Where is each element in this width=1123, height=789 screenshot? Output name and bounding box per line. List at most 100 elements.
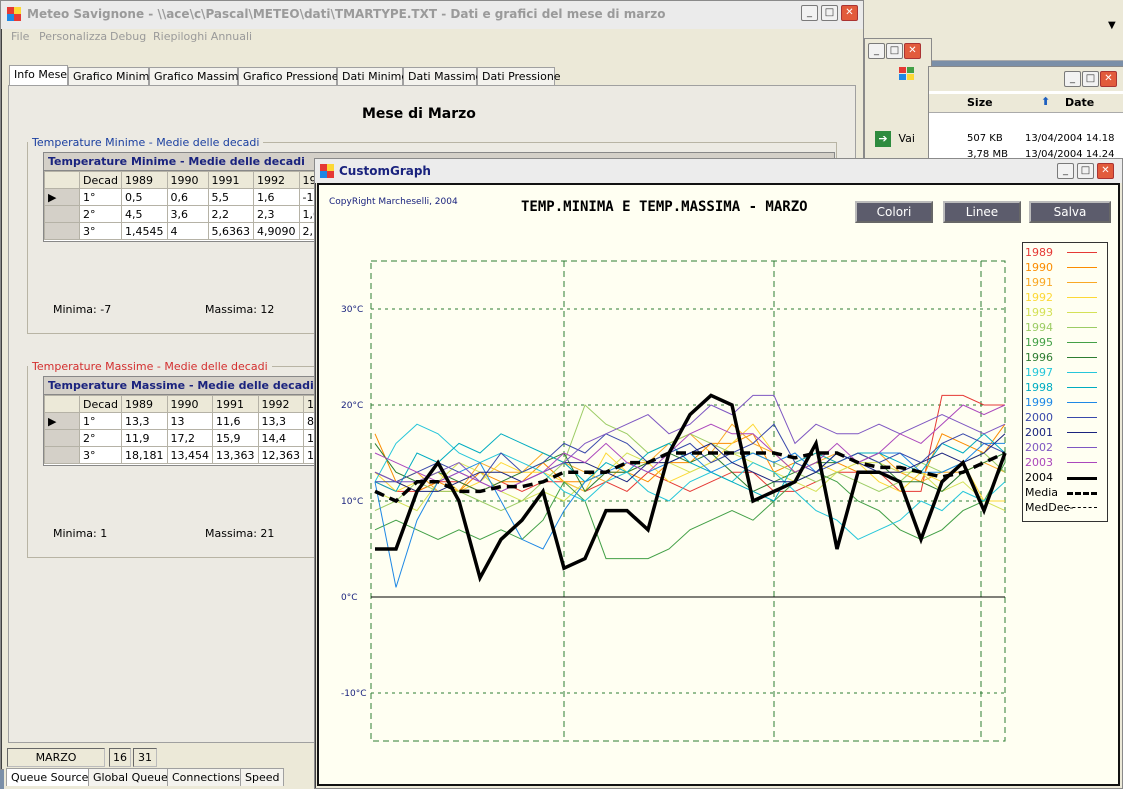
temperature-chart: 30°C 20°C 10°C 0°C -10°C <box>341 260 1007 742</box>
bg-minimize-button[interactable]: _ <box>868 43 885 59</box>
graph-canvas: CopyRight Marcheselli, 2004 TEMP.MINIMA … <box>317 183 1120 786</box>
column-header[interactable]: 1992 <box>253 171 300 189</box>
menu-riepiloghi[interactable]: Riepiloghi Annuali <box>153 30 252 43</box>
legend-label: 1994 <box>1025 321 1053 334</box>
graph-window-title: CustomGraph <box>339 164 431 178</box>
tab-grafico-minime[interactable]: Grafico Minime <box>68 67 156 85</box>
explorer-maximize-button[interactable]: □ <box>1082 71 1099 87</box>
table-row[interactable]: ▶ 1° 0,5 0,6 5,5 1,6 -1,1 <box>44 188 346 206</box>
column-header[interactable]: 1989 <box>121 171 168 189</box>
minime-max-label: Massima: 12 <box>205 303 275 316</box>
legend-swatch <box>1067 432 1097 433</box>
minime-table: Decad 1989 1990 1991 1992 1993 ▶ 1° 0,5 … <box>44 171 346 240</box>
column-header[interactable]: Decad <box>78 395 123 413</box>
legend-entry: MedDec- <box>1023 500 1107 515</box>
column-header[interactable]: 1989 <box>121 395 168 413</box>
tab-grafico-massime[interactable]: Grafico Massime <box>149 67 245 85</box>
column-header[interactable]: 1992 <box>257 395 305 413</box>
current-row-icon: ▶ <box>44 412 80 430</box>
legend-swatch <box>1067 282 1097 283</box>
main-minimize-button[interactable]: _ <box>801 5 818 21</box>
legend-label: 1998 <box>1025 381 1053 394</box>
legend-swatch <box>1067 447 1097 448</box>
legend-label: 2000 <box>1025 411 1053 424</box>
explorer-close-button[interactable]: ✕ <box>1100 71 1117 87</box>
status-count-b: 31 <box>133 748 157 767</box>
column-header[interactable]: 1991 <box>207 171 255 189</box>
tab-queue-source[interactable]: Queue Source <box>6 768 94 786</box>
legend-entry: 2003 <box>1023 455 1107 470</box>
date-column-header[interactable]: Date <box>1065 96 1094 109</box>
tab-global-queue[interactable]: Global Queue <box>88 768 173 786</box>
tab-connections[interactable]: Connections <box>167 768 245 786</box>
tab-speed[interactable]: Speed <box>240 768 285 786</box>
menu-debug[interactable]: Debug <box>110 30 146 43</box>
graph-maximize-button[interactable]: □ <box>1077 163 1094 179</box>
table-row[interactable]: ▶ 1° 13,3 13 11,6 13,3 8,9 <box>44 412 350 430</box>
app-icon <box>7 7 21 21</box>
legend-label: 1989 <box>1025 246 1053 259</box>
legend-swatch <box>1067 357 1097 358</box>
column-header[interactable]: 1990 <box>166 171 209 189</box>
windows-logo-icon <box>899 67 915 81</box>
menu-personalizza[interactable]: Personalizza <box>39 30 107 43</box>
legend-label: Media <box>1025 486 1059 499</box>
chart-title: TEMP.MINIMA E TEMP.MASSIMA - MARZO <box>521 199 808 215</box>
column-header[interactable]: 1990 <box>166 395 214 413</box>
graph-titlebar: CustomGraph _ □ ✕ <box>315 159 1122 183</box>
legend-swatch <box>1067 462 1097 463</box>
legend-label: 2002 <box>1025 441 1053 454</box>
graph-window: CustomGraph _ □ ✕ CopyRight Marcheselli,… <box>314 158 1123 789</box>
legend-entry: 1999 <box>1023 395 1107 410</box>
vai-button[interactable]: ➔ Vai <box>875 131 925 149</box>
desktop-dropdown-arrow[interactable]: ▼ <box>1108 20 1116 31</box>
column-header[interactable]: Decad <box>78 171 123 189</box>
legend-label: 1997 <box>1025 366 1053 379</box>
legend-swatch <box>1067 372 1097 373</box>
explorer-minimize-button[interactable]: _ <box>1064 71 1081 87</box>
legend-swatch <box>1067 312 1097 313</box>
table-row[interactable]: 3° 18,181 13,454 13,363 12,363 11,272 <box>44 446 350 464</box>
tab-strip: Info Mese Grafico Minime Grafico Massime… <box>9 65 859 85</box>
main-maximize-button[interactable]: □ <box>821 5 838 21</box>
menu-file[interactable]: File <box>11 30 29 43</box>
graph-close-button[interactable]: ✕ <box>1097 163 1114 179</box>
salva-button[interactable]: Salva <box>1029 201 1111 223</box>
legend-label: 2004 <box>1025 471 1053 484</box>
legend-entry: 1990 <box>1023 260 1107 275</box>
linee-button[interactable]: Linee <box>943 201 1021 223</box>
legend-entry: 2002 <box>1023 440 1107 455</box>
tab-dati-minime[interactable]: Dati Minime <box>337 67 408 85</box>
sort-arrow-icon: ⬆ <box>1041 95 1051 108</box>
table-row[interactable]: 3° 1,4545 4 5,6363 4,9090 2,1818 <box>44 222 346 240</box>
legend-label: 1996 <box>1025 351 1053 364</box>
legend-swatch <box>1067 417 1097 418</box>
legend-swatch <box>1067 252 1097 253</box>
legend-label: 1990 <box>1025 261 1053 274</box>
column-header[interactable]: 1991 <box>212 395 259 413</box>
tab-dati-massime[interactable]: Dati Massime <box>403 67 482 85</box>
legend-entry: 2004 <box>1023 470 1107 485</box>
legend-swatch <box>1067 402 1097 403</box>
colori-button[interactable]: Colori <box>855 201 933 223</box>
legend-swatch <box>1067 327 1097 328</box>
table-row[interactable]: 2° 4,5 3,6 2,2 2,3 1,6 <box>44 205 346 223</box>
legend-label: 1993 <box>1025 306 1053 319</box>
main-window-title: Meteo Savignone - \\ace\c\Pascal\METEO\d… <box>27 7 666 21</box>
vai-label: Vai <box>898 132 915 145</box>
massime-max-label: Massima: 21 <box>205 527 275 540</box>
tab-info-mese[interactable]: Info Mese <box>9 65 68 85</box>
size-column-header[interactable]: Size <box>967 96 993 109</box>
legend-swatch <box>1067 297 1097 298</box>
page-title: Mese di Marzo <box>362 106 476 122</box>
massime-legend: Temperature Massime - Medie delle decadi <box>32 360 268 373</box>
tab-dati-pressione[interactable]: Dati Pressione <box>477 67 561 85</box>
bg-close-button[interactable]: ✕ <box>904 43 921 59</box>
legend-entry: 1992 <box>1023 290 1107 305</box>
table-row[interactable]: 2° 11,9 17,2 15,9 14,4 14,7 <box>44 429 350 447</box>
graph-minimize-button[interactable]: _ <box>1057 163 1074 179</box>
main-close-button[interactable]: ✕ <box>841 5 858 21</box>
bg-maximize-button[interactable]: □ <box>886 43 903 59</box>
legend-entry: 1989 <box>1023 245 1107 260</box>
tab-grafico-pressione[interactable]: Grafico Pressione <box>238 67 338 85</box>
